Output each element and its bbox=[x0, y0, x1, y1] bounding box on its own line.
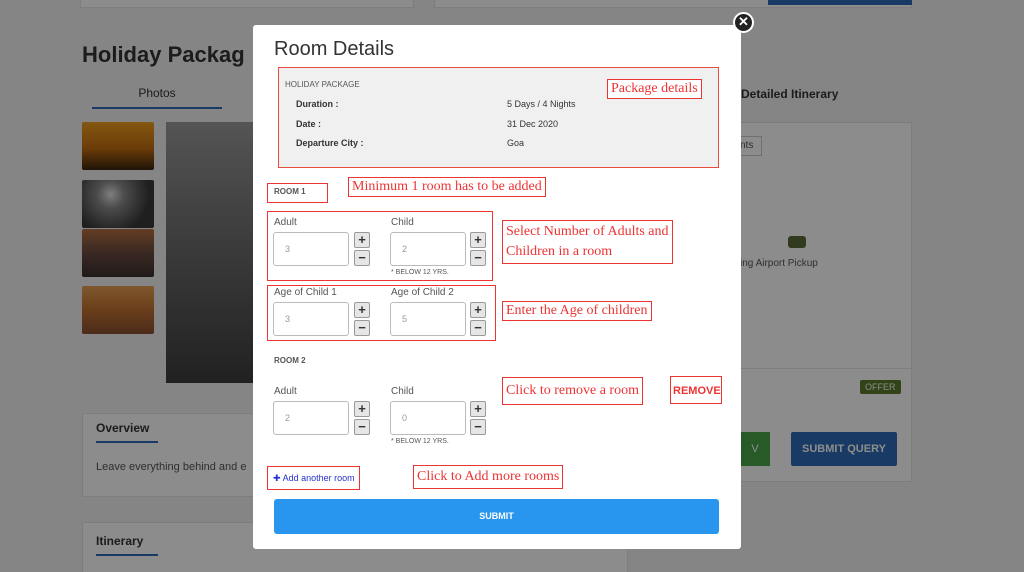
room1-label: ROOM 1 bbox=[274, 187, 306, 196]
submit-button[interactable]: SUBMIT bbox=[274, 499, 719, 534]
age-child-2-label: Age of Child 2 bbox=[391, 287, 454, 298]
room2-child-count-input[interactable]: 0 bbox=[390, 401, 466, 435]
close-icon[interactable]: ✕ bbox=[733, 12, 754, 33]
child-decrement-button[interactable]: − bbox=[470, 250, 486, 266]
room2-label: ROOM 2 bbox=[274, 356, 306, 365]
adult-increment-button[interactable]: + bbox=[354, 232, 370, 248]
plus-icon: ✚ bbox=[273, 473, 281, 483]
annotation-line: Children in a room bbox=[506, 244, 613, 259]
age-child-1-label: Age of Child 1 bbox=[274, 287, 337, 298]
age-child-1-decrement-button[interactable]: − bbox=[354, 320, 370, 336]
adult-count-input[interactable]: 3 bbox=[273, 232, 349, 266]
child-label: Child bbox=[391, 217, 414, 228]
age-child-2-decrement-button[interactable]: − bbox=[470, 320, 486, 336]
room2-adult-count-input[interactable]: 2 bbox=[273, 401, 349, 435]
child-count-input[interactable]: 2 bbox=[390, 232, 466, 266]
annotation-remove-room: Click to remove a room bbox=[502, 377, 643, 405]
child-label: Child bbox=[391, 386, 414, 397]
age-child-1-increment-button[interactable]: + bbox=[354, 302, 370, 318]
departure-city-value: Goa bbox=[507, 138, 525, 148]
departure-city-label: Departure City : bbox=[296, 138, 364, 148]
age-child-1-input[interactable]: 3 bbox=[273, 302, 349, 336]
child-age-note: * BELOW 12 YRS. bbox=[391, 269, 449, 276]
duration-label: Duration : bbox=[296, 99, 339, 109]
annotation-age: Enter the Age of children bbox=[502, 301, 652, 321]
date-value: 31 Dec 2020 bbox=[507, 119, 559, 129]
add-room-button[interactable]: ✚ Add another room bbox=[273, 473, 355, 484]
child-increment-button[interactable]: + bbox=[470, 232, 486, 248]
date-label: Date : bbox=[296, 119, 322, 129]
package-heading: HOLIDAY PACKAGE bbox=[285, 80, 360, 89]
annotation-min-room: Minimum 1 room has to be added bbox=[348, 177, 546, 197]
room2-child-decrement-button[interactable]: − bbox=[470, 419, 486, 435]
room2-adult-increment-button[interactable]: + bbox=[354, 401, 370, 417]
duration-value: 5 Days / 4 Nights bbox=[507, 99, 576, 109]
adult-label: Adult bbox=[274, 386, 297, 397]
annotation-package-details: Package details bbox=[607, 79, 702, 99]
annotation-line: Select Number of Adults and bbox=[506, 224, 669, 239]
age-child-2-input[interactable]: 5 bbox=[390, 302, 466, 336]
add-room-label: Add another room bbox=[282, 473, 355, 483]
annotation-add-more: Click to Add more rooms bbox=[413, 465, 564, 489]
remove-room-button[interactable]: REMOVE bbox=[673, 385, 721, 397]
child-age-note: * BELOW 12 YRS. bbox=[391, 438, 449, 445]
adult-label: Adult bbox=[274, 217, 297, 228]
modal-title: Room Details bbox=[274, 38, 395, 60]
age-child-2-increment-button[interactable]: + bbox=[470, 302, 486, 318]
room2-adult-decrement-button[interactable]: − bbox=[354, 419, 370, 435]
room2-child-increment-button[interactable]: + bbox=[470, 401, 486, 417]
annotation-select-adults-children: Select Number of Adults and Children in … bbox=[502, 220, 673, 264]
adult-decrement-button[interactable]: − bbox=[354, 250, 370, 266]
